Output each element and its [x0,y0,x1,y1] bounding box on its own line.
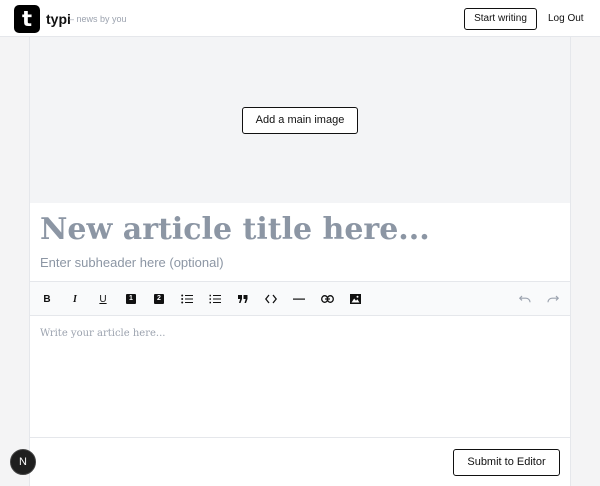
heading-2-label: 2 [154,294,164,304]
formatting-toolbar: B I U 1 2 [30,281,570,316]
underline-label: U [99,293,107,305]
link-icon[interactable] [316,288,338,310]
article-subheader-input[interactable]: Enter subheader here (optional) [40,255,224,270]
heading-1-label: 1 [126,294,136,304]
article-body-input[interactable]: Write your article here... [30,316,570,438]
article-title-input[interactable]: New article title here... [40,212,430,247]
typi-logo[interactable]: t [14,5,40,33]
bold-icon[interactable]: B [36,288,58,310]
underline-icon[interactable]: U [92,288,114,310]
add-main-image-button[interactable]: Add a main image [242,107,358,134]
submit-to-editor-button[interactable]: Submit to Editor [453,449,560,476]
redo-icon[interactable] [542,288,564,310]
brand-name[interactable]: typi [46,11,71,27]
log-out-button[interactable]: Log Out [548,13,584,24]
undo-icon[interactable] [514,288,536,310]
next-dev-indicator-button[interactable]: N [10,449,36,475]
code-icon[interactable] [260,288,282,310]
italic-icon[interactable]: I [64,288,86,310]
italic-label: I [73,293,77,305]
heading-1-icon[interactable]: 1 [120,288,142,310]
image-icon[interactable] [344,288,366,310]
article-body-placeholder: Write your article here... [40,328,166,339]
start-writing-button[interactable]: Start writing [464,8,537,30]
bold-label: B [43,293,51,305]
brand-tagline: – news by you [69,14,127,24]
bullet-list-icon[interactable] [176,288,198,310]
horizontal-rule-icon[interactable] [288,288,310,310]
main-image-area[interactable]: Add a main image [30,37,570,203]
next-logo-icon: N [19,456,27,468]
ordered-list-icon[interactable] [204,288,226,310]
top-navigation-bar: t typi – news by you Start writing Log O… [0,0,600,37]
article-editor: Add a main image New article title here.… [29,37,571,486]
heading-2-icon[interactable]: 2 [148,288,170,310]
blockquote-icon[interactable] [232,288,254,310]
